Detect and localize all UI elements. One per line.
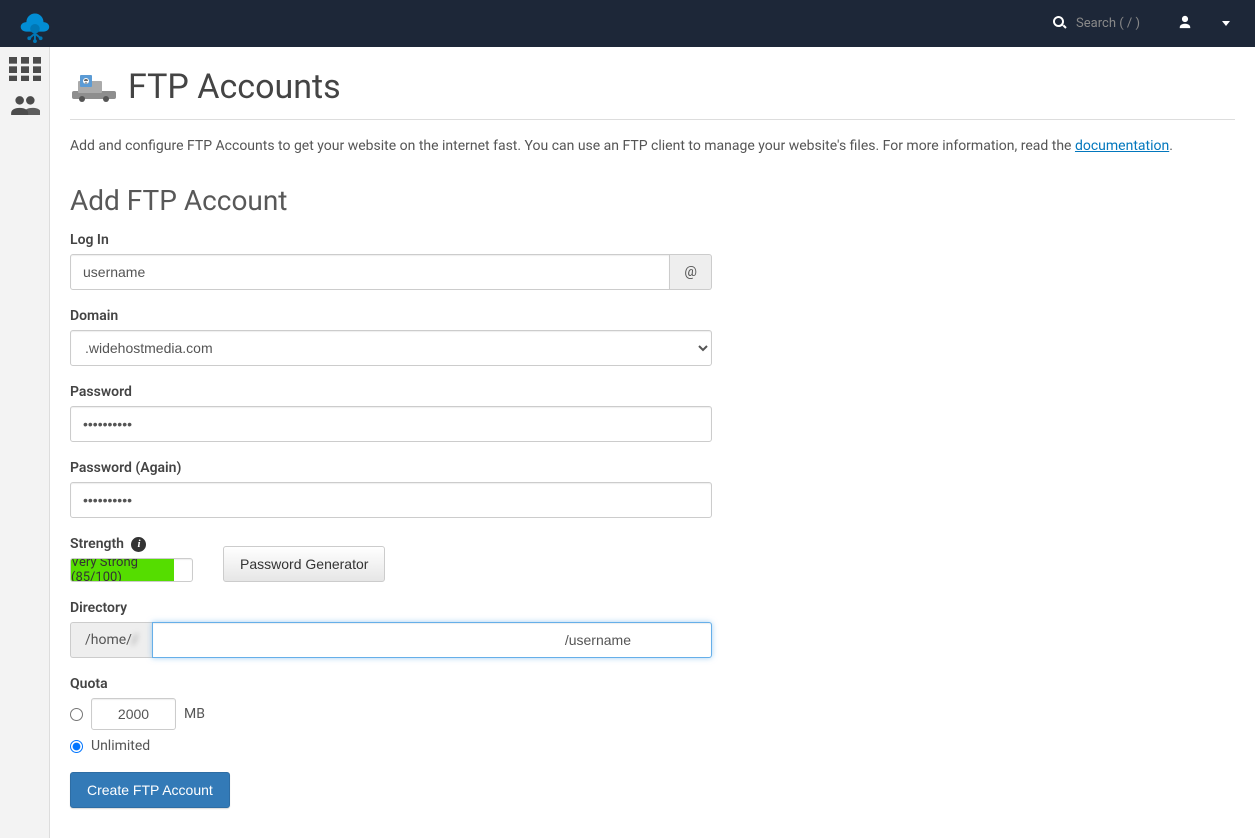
body-wrapper: FTP Accounts Add and configure FTP Accou…	[0, 47, 1255, 838]
quota-label: Quota	[70, 676, 712, 692]
password-group: Password	[70, 384, 712, 442]
directory-input[interactable]	[152, 622, 712, 658]
quota-fixed-radio[interactable]	[70, 708, 83, 721]
domain-select[interactable]: .widehostmedia.com	[70, 330, 712, 366]
directory-group: Directory /home//	[70, 600, 712, 658]
caret-down-icon	[1222, 21, 1230, 26]
domain-label: Domain	[70, 308, 712, 324]
page-title-row: FTP Accounts	[70, 67, 1235, 120]
add-ftp-title: Add FTP Account	[70, 184, 1235, 217]
domain-group: Domain .widehostmedia.com	[70, 308, 712, 366]
at-addon: @	[670, 254, 712, 290]
directory-label: Directory	[70, 600, 712, 616]
login-label: Log In	[70, 232, 712, 248]
strength-fill: Very Strong (85/100)	[71, 559, 174, 581]
description-prefix: Add and configure FTP Accounts to get yo…	[70, 138, 1075, 154]
quota-unit: MB	[184, 706, 205, 722]
password-input[interactable]	[70, 406, 712, 442]
search-icon[interactable]	[1052, 14, 1068, 34]
quota-group: Quota MB Unlimited	[70, 676, 712, 754]
header-right: Search ( / )	[1052, 14, 1240, 34]
grid-icon[interactable]	[9, 57, 41, 79]
users-icon[interactable]	[9, 94, 41, 116]
ftp-icon	[70, 71, 118, 103]
directory-prefix: /home//	[70, 622, 152, 658]
login-group: Log In @	[70, 232, 712, 290]
user-icon	[1178, 14, 1192, 33]
user-menu[interactable]	[1168, 14, 1240, 33]
page-title: FTP Accounts	[128, 67, 341, 107]
password-label: Password	[70, 384, 712, 400]
strength-group: Strength i Very Strong (85/100) Password…	[70, 536, 970, 582]
search-input-placeholder[interactable]: Search ( / )	[1076, 16, 1140, 31]
quota-value-input[interactable]	[91, 698, 176, 730]
password-again-input[interactable]	[70, 482, 712, 518]
password-generator-button[interactable]: Password Generator	[223, 546, 385, 582]
description-suffix: .	[1169, 138, 1173, 154]
create-ftp-button[interactable]: Create FTP Account	[70, 772, 230, 808]
main-content: FTP Accounts Add and configure FTP Accou…	[50, 47, 1255, 838]
password-again-label: Password (Again)	[70, 460, 712, 476]
sidebar	[0, 47, 50, 838]
info-icon[interactable]: i	[131, 537, 146, 552]
strength-label: Strength i	[70, 536, 193, 552]
logo[interactable]	[15, 0, 65, 47]
login-input[interactable]	[70, 254, 670, 290]
documentation-link[interactable]: documentation	[1075, 138, 1169, 154]
top-header: Search ( / )	[0, 0, 1255, 47]
strength-bar: Very Strong (85/100)	[70, 558, 193, 582]
cloud-logo-icon	[15, 5, 53, 43]
page-description: Add and configure FTP Accounts to get yo…	[70, 138, 1235, 154]
password-again-group: Password (Again)	[70, 460, 712, 518]
quota-unlimited-radio[interactable]	[70, 740, 83, 753]
quota-unlimited-label: Unlimited	[91, 738, 150, 754]
